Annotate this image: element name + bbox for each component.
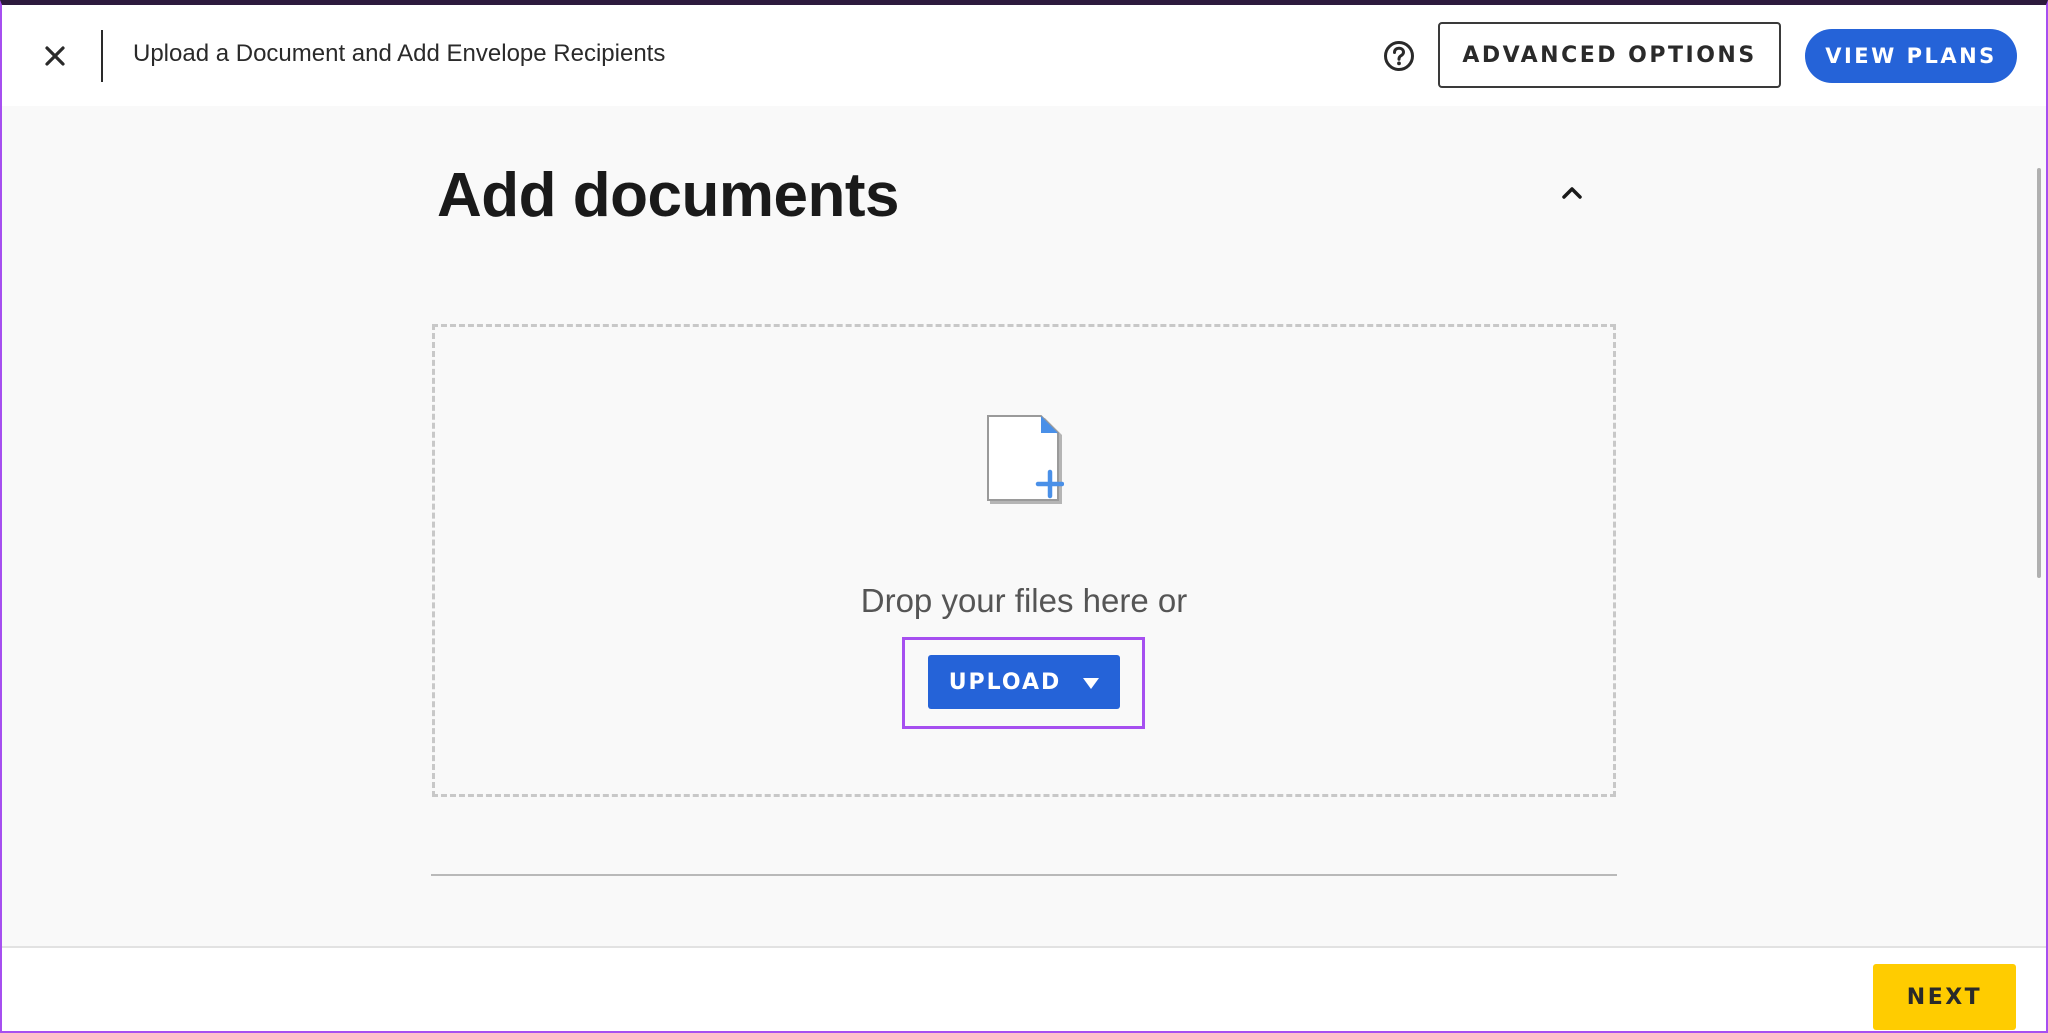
header-divider [101, 30, 103, 82]
top-bar: Upload a Document and Add Envelope Recip… [0, 0, 2048, 106]
caret-down-icon [1083, 677, 1100, 689]
footer-bar [0, 946, 2048, 1033]
collapse-section-button[interactable] [1552, 176, 1592, 210]
advanced-options-button[interactable]: ADVANCED OPTIONS [1438, 22, 1781, 88]
dropzone-prompt: Drop your files here or [860, 582, 1188, 619]
scrollbar-thumb[interactable] [2037, 168, 2041, 578]
help-button[interactable] [1381, 38, 1417, 74]
view-plans-button[interactable]: VIEW PLANS [1805, 29, 2017, 83]
page-title: Add documents [437, 161, 899, 230]
add-file-icon [984, 412, 1065, 506]
header-title: Upload a Document and Add Envelope Recip… [133, 40, 666, 67]
next-button[interactable]: NEXT [1873, 964, 2016, 1030]
chevron-up-icon [1562, 187, 1582, 199]
section-divider [431, 874, 1617, 876]
upload-button[interactable]: UPLOAD [928, 655, 1120, 709]
help-circle-icon [1384, 41, 1414, 71]
close-button[interactable] [36, 37, 74, 75]
upload-label: UPLOAD [948, 669, 1062, 695]
close-icon [45, 46, 65, 66]
